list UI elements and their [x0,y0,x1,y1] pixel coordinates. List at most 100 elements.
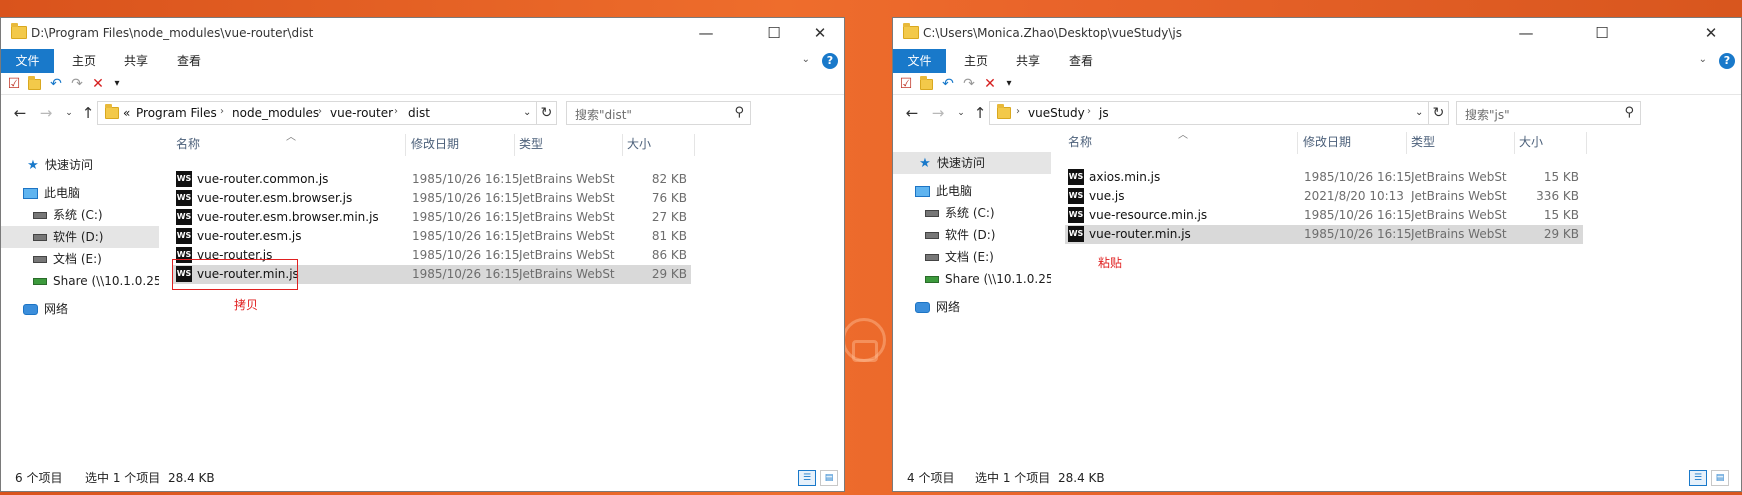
column-header-size[interactable]: 大小 [627,130,651,158]
file-row[interactable]: WS vue.js 2021/8/20 10:13 JetBrains WebS… [1065,187,1583,206]
minimize-icon[interactable]: — [1504,18,1548,49]
breadcrumb-overflow[interactable]: « [123,106,130,120]
undo-icon[interactable]: ↶ [48,76,64,92]
chevron-right-icon[interactable]: › [318,106,322,117]
column-header-date[interactable]: 修改日期 [411,130,459,158]
file-row[interactable]: WS vue-router.esm.browser.js 1985/10/26 … [173,189,691,208]
nav-drive-e[interactable]: 文档 (E:) [1,248,159,270]
column-header-date[interactable]: 修改日期 [1303,128,1351,156]
breadcrumb-item[interactable]: node_modules [232,106,319,120]
details-view-icon[interactable]: ☰ [798,470,816,486]
chevron-right-icon[interactable]: › [1087,106,1091,117]
minimize-icon[interactable]: — [684,18,728,49]
file-row[interactable]: WS vue-resource.min.js 1985/10/26 16:15 … [1065,206,1583,225]
recent-locations-icon[interactable]: ⌄ [952,104,970,122]
column-header-name[interactable]: 名称 [1068,128,1092,156]
maximize-icon[interactable]: ☐ [752,18,796,49]
breadcrumb-item[interactable]: vue-router [330,106,393,120]
tab-view[interactable]: 查看 [1056,49,1106,73]
details-view-icon[interactable]: ☰ [1689,470,1707,486]
redo-icon[interactable]: ↷ [961,76,977,92]
file-row[interactable]: WS axios.min.js 1985/10/26 16:15 JetBrai… [1065,168,1583,187]
nav-quick-access[interactable]: ★ 快速访问 [893,152,1051,174]
redo-icon[interactable]: ↷ [69,76,85,92]
column-divider[interactable] [694,134,695,156]
search-input[interactable]: 搜索"js" ⚲ [1456,101,1641,125]
tab-view[interactable]: 查看 [164,49,214,73]
column-divider[interactable] [1406,132,1407,154]
customize-toolbar-icon[interactable]: ▾ [109,76,125,92]
file-row[interactable]: WS vue-router.esm.browser.min.js 1985/10… [173,208,691,227]
chevron-right-icon[interactable]: › [394,106,398,117]
address-bar[interactable]: « Program Files › node_modules › vue-rou… [97,101,537,125]
tab-share[interactable]: 共享 [1003,49,1053,73]
nav-network-share[interactable]: Share (\\10.1.0.250) ( [893,268,1051,290]
nav-network[interactable]: 网络 [1,298,159,320]
nav-drive-d[interactable]: 软件 (D:) [1,226,159,248]
file-row[interactable]: WS vue-router.esm.js 1985/10/26 16:15 Je… [173,227,691,246]
column-divider[interactable] [1297,132,1298,154]
refresh-icon[interactable]: ↻ [1429,101,1449,125]
maximize-icon[interactable]: ☐ [1580,18,1624,49]
properties-icon[interactable]: ☑ [898,76,914,92]
column-header-size[interactable]: 大小 [1519,128,1543,156]
chevron-down-icon[interactable]: ⌄ [1415,107,1423,118]
title-bar[interactable]: D:\Program Files\node_modules\vue-router… [1,18,844,49]
help-icon[interactable]: ? [822,53,838,69]
nav-this-pc[interactable]: 此电脑 [1,182,159,204]
column-divider[interactable] [622,134,623,156]
up-arrow-icon[interactable]: ↑ [79,104,97,122]
close-icon[interactable]: ✕ [1689,18,1733,49]
nav-network[interactable]: 网络 [893,296,1051,318]
customize-toolbar-icon[interactable]: ▾ [1001,76,1017,92]
recent-locations-icon[interactable]: ⌄ [60,104,78,122]
delete-icon[interactable]: ✕ [982,76,998,92]
column-divider[interactable] [405,134,406,156]
chevron-down-icon[interactable]: ⌄ [1699,54,1707,65]
properties-icon[interactable]: ☑ [6,76,22,92]
column-divider[interactable] [1514,132,1515,154]
up-arrow-icon[interactable]: ↑ [971,104,989,122]
search-input[interactable]: 搜索"dist" ⚲ [566,101,751,125]
file-row-selected[interactable]: WS vue-router.min.js 1985/10/26 16:15 Je… [1065,225,1583,244]
breadcrumb-item[interactable]: vueStudy [1028,106,1085,120]
forward-arrow-icon[interactable]: → [929,104,947,122]
close-icon[interactable]: ✕ [798,18,842,49]
tab-share[interactable]: 共享 [111,49,161,73]
nav-drive-e[interactable]: 文档 (E:) [893,246,1051,268]
tab-home[interactable]: 主页 [59,49,109,73]
nav-this-pc[interactable]: 此电脑 [893,180,1051,202]
chevron-right-icon[interactable]: › [1016,106,1020,117]
nav-network-share[interactable]: Share (\\10.1.0.250) ( [1,270,159,292]
large-icons-view-icon[interactable]: ▤ [1711,470,1729,486]
tab-home[interactable]: 主页 [951,49,1001,73]
nav-drive-c[interactable]: 系统 (C:) [1,204,159,226]
nav-drive-c[interactable]: 系统 (C:) [893,202,1051,224]
refresh-icon[interactable]: ↻ [537,101,557,125]
breadcrumb-item[interactable]: js [1099,106,1109,120]
nav-drive-d[interactable]: 软件 (D:) [893,224,1051,246]
chevron-right-icon[interactable]: › [220,106,224,117]
new-folder-icon[interactable] [919,76,935,92]
column-header-type[interactable]: 类型 [1411,128,1435,156]
column-divider[interactable] [514,134,515,156]
address-bar[interactable]: › vueStudy › js ⌄ [989,101,1429,125]
breadcrumb-item[interactable]: Program Files [136,106,217,120]
column-header-type[interactable]: 类型 [519,130,543,158]
file-row[interactable]: WS vue-router.common.js 1985/10/26 16:15… [173,170,691,189]
forward-arrow-icon[interactable]: → [37,104,55,122]
title-bar[interactable]: C:\Users\Monica.Zhao\Desktop\vueStudy\js… [893,18,1741,49]
undo-icon[interactable]: ↶ [940,76,956,92]
nav-quick-access[interactable]: ★ 快速访问 [1,154,159,176]
breadcrumb-item[interactable]: dist [408,106,430,120]
help-icon[interactable]: ? [1719,53,1735,69]
search-icon[interactable]: ⚲ [1624,105,1634,120]
search-icon[interactable]: ⚲ [734,105,744,120]
new-folder-icon[interactable] [27,76,43,92]
chevron-down-icon[interactable]: ⌄ [802,54,810,65]
delete-icon[interactable]: ✕ [90,76,106,92]
back-arrow-icon[interactable]: ← [11,104,29,122]
column-header-name[interactable]: 名称 [176,130,200,158]
tab-file[interactable]: 文件 [1,49,54,73]
chevron-down-icon[interactable]: ⌄ [523,107,531,118]
